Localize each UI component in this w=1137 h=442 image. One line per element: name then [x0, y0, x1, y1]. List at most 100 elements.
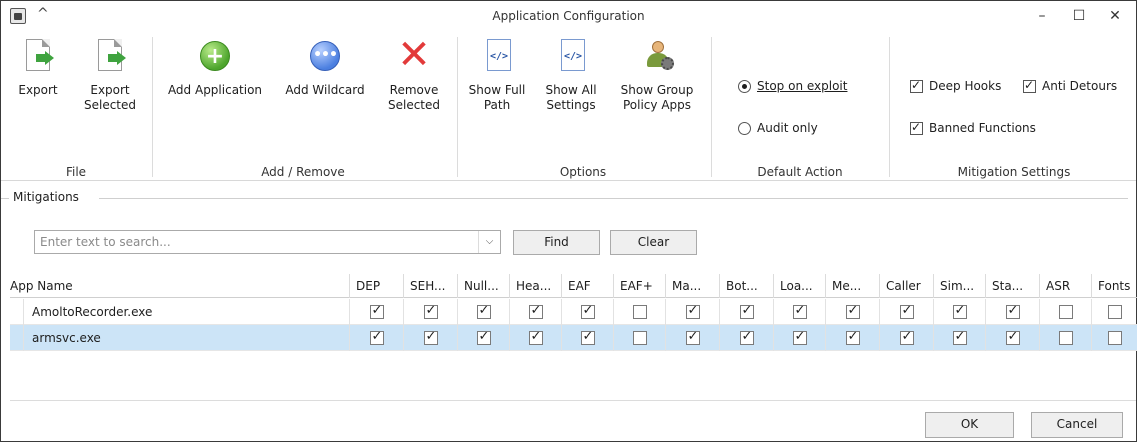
column-header[interactable]: Null... — [458, 274, 510, 298]
mitigation-cell — [986, 325, 1040, 351]
mitigation-checkbox-checked[interactable] — [845, 329, 860, 345]
column-header[interactable]: Caller — [880, 274, 934, 298]
mitigation-checkbox-checked[interactable] — [1005, 303, 1020, 319]
mitigation-checkbox-checked[interactable] — [685, 303, 700, 319]
export-button[interactable]: Export — [15, 39, 61, 98]
audit-only-radio[interactable]: Audit only — [738, 121, 818, 135]
mitigation-checkbox-checked[interactable] — [739, 303, 754, 319]
mitigation-checkbox-checked[interactable] — [580, 303, 595, 319]
group-label-default-action: Default Action — [757, 165, 843, 179]
export-icon — [20, 39, 56, 75]
mitigation-checkbox-checked[interactable] — [952, 303, 967, 319]
column-header[interactable]: DEP — [350, 274, 404, 298]
maximize-button[interactable]: ☐ — [1065, 5, 1093, 27]
add-application-button[interactable]: + Add Application — [161, 39, 269, 98]
column-header[interactable]: SEH... — [404, 274, 458, 298]
mitigation-checkbox-checked[interactable] — [580, 329, 595, 345]
cancel-button[interactable]: Cancel — [1031, 412, 1123, 438]
mitigation-checkbox-checked[interactable] — [528, 329, 543, 345]
mitigation-checkbox-checked[interactable] — [739, 329, 754, 345]
column-header[interactable]: Loa... — [774, 274, 826, 298]
mitigation-cell — [934, 299, 986, 325]
mitigation-checkbox-checked[interactable] — [528, 303, 543, 319]
mitigation-checkbox-unchecked[interactable] — [1058, 305, 1073, 319]
mitigation-checkbox-unchecked[interactable] — [1107, 305, 1122, 319]
chevron-down-icon[interactable]: ⌵ — [478, 231, 500, 253]
column-header[interactable]: Fonts — [1092, 274, 1137, 298]
app-name-cell[interactable]: AmoltoRecorder.exe — [10, 299, 350, 325]
mitigation-checkbox-checked[interactable] — [423, 329, 438, 345]
checkbox-checked-icon — [910, 120, 923, 135]
ok-button[interactable]: OK — [925, 412, 1014, 438]
column-header[interactable]: EAF — [562, 274, 614, 298]
ribbon-group-default-action: Stop on exploit Audit only Default Actio… — [712, 33, 888, 181]
mitigation-checkbox-checked[interactable] — [369, 329, 384, 345]
code-file-icon: </> — [553, 39, 589, 75]
show-all-settings-button[interactable]: </> Show All Settings — [538, 39, 604, 113]
mitigation-cell — [666, 299, 720, 325]
title-bar: ^ Application Configuration – ☐ ✕ — [1, 1, 1136, 33]
mitigation-cell — [1092, 299, 1137, 325]
ribbon-group-file: Export Export Selected File — [1, 33, 151, 181]
mitigation-checkbox-checked[interactable] — [899, 303, 914, 319]
mitigation-checkbox-checked[interactable] — [1005, 329, 1020, 345]
group-label-file: File — [65, 165, 87, 179]
mitigation-checkbox-checked[interactable] — [423, 303, 438, 319]
remove-selected-button[interactable]: ✕ Remove Selected — [379, 35, 449, 113]
mitigation-cell — [1040, 299, 1092, 325]
mitigation-checkbox-checked[interactable] — [476, 329, 491, 345]
mitigation-cell — [1040, 325, 1092, 351]
table-row[interactable]: AmoltoRecorder.exe — [10, 299, 1137, 325]
stop-on-exploit-radio[interactable]: Stop on exploit — [738, 79, 847, 93]
deep-hooks-checkbox[interactable]: Deep Hooks — [910, 78, 1001, 93]
mitigation-checkbox-checked[interactable] — [476, 303, 491, 319]
clear-button[interactable]: Clear — [610, 230, 697, 255]
mitigation-cell — [614, 299, 666, 325]
mitigations-groupbox-header: Mitigations — [1, 190, 1136, 206]
ribbon: Export Export Selected File + Add Applic… — [1, 33, 1136, 181]
column-header[interactable]: Ma... — [666, 274, 720, 298]
mitigation-checkbox-unchecked[interactable] — [632, 305, 647, 319]
banned-functions-checkbox[interactable]: Banned Functions — [910, 120, 1036, 135]
mitigation-cell — [986, 299, 1040, 325]
mitigation-checkbox-checked[interactable] — [952, 329, 967, 345]
footer-divider — [10, 400, 1136, 401]
mitigation-checkbox-checked[interactable] — [899, 329, 914, 345]
search-combobox[interactable]: ⌵ — [34, 230, 501, 254]
mitigation-checkbox-checked[interactable] — [845, 303, 860, 319]
column-header[interactable]: Sta... — [986, 274, 1040, 298]
show-group-policy-apps-button[interactable]: Show Group Policy Apps — [612, 39, 702, 113]
minimize-button[interactable]: – — [1028, 5, 1056, 27]
mitigation-checkbox-unchecked[interactable] — [632, 331, 647, 345]
show-full-path-button[interactable]: </> Show Full Path — [462, 39, 532, 113]
find-button[interactable]: Find — [513, 230, 600, 255]
mitigation-cell — [774, 325, 826, 351]
export-selected-button[interactable]: Export Selected — [75, 39, 145, 113]
mitigation-checkbox-checked[interactable] — [685, 329, 700, 345]
app-name-cell[interactable]: armsvc.exe — [10, 325, 350, 351]
radio-unselected-icon — [738, 121, 751, 135]
table-row[interactable]: armsvc.exe — [10, 325, 1137, 351]
column-header[interactable]: Bot... — [720, 274, 774, 298]
mitigation-checkbox-checked[interactable] — [369, 303, 384, 319]
mitigation-checkbox-unchecked[interactable] — [1107, 331, 1122, 345]
add-wildcard-button[interactable]: ••• Add Wildcard — [277, 39, 373, 98]
column-header[interactable]: Sim... — [934, 274, 986, 298]
mitigation-checkbox-checked[interactable] — [792, 329, 807, 345]
mitigation-cell — [934, 325, 986, 351]
application-configuration-window: ^ Application Configuration – ☐ ✕ Export… — [0, 0, 1137, 442]
mitigation-cell — [562, 325, 614, 351]
anti-detours-checkbox[interactable]: Anti Detours — [1023, 78, 1117, 93]
mitigation-checkbox-unchecked[interactable] — [1058, 331, 1073, 345]
ribbon-group-options: </> Show Full Path </> Show All Settings… — [458, 33, 708, 181]
mitigation-checkbox-checked[interactable] — [792, 303, 807, 319]
ribbon-group-mitigation-settings: Deep Hooks Anti Detours Banned Functions… — [890, 33, 1137, 181]
column-header[interactable]: EAF+ — [614, 274, 666, 298]
column-header[interactable]: Me... — [826, 274, 880, 298]
search-input[interactable] — [35, 231, 475, 253]
mitigation-cell — [510, 325, 562, 351]
column-header[interactable]: ASR — [1040, 274, 1092, 298]
close-button[interactable]: ✕ — [1101, 5, 1129, 27]
column-header[interactable]: Hea... — [510, 274, 562, 298]
column-header-app-name[interactable]: App Name — [10, 274, 350, 298]
